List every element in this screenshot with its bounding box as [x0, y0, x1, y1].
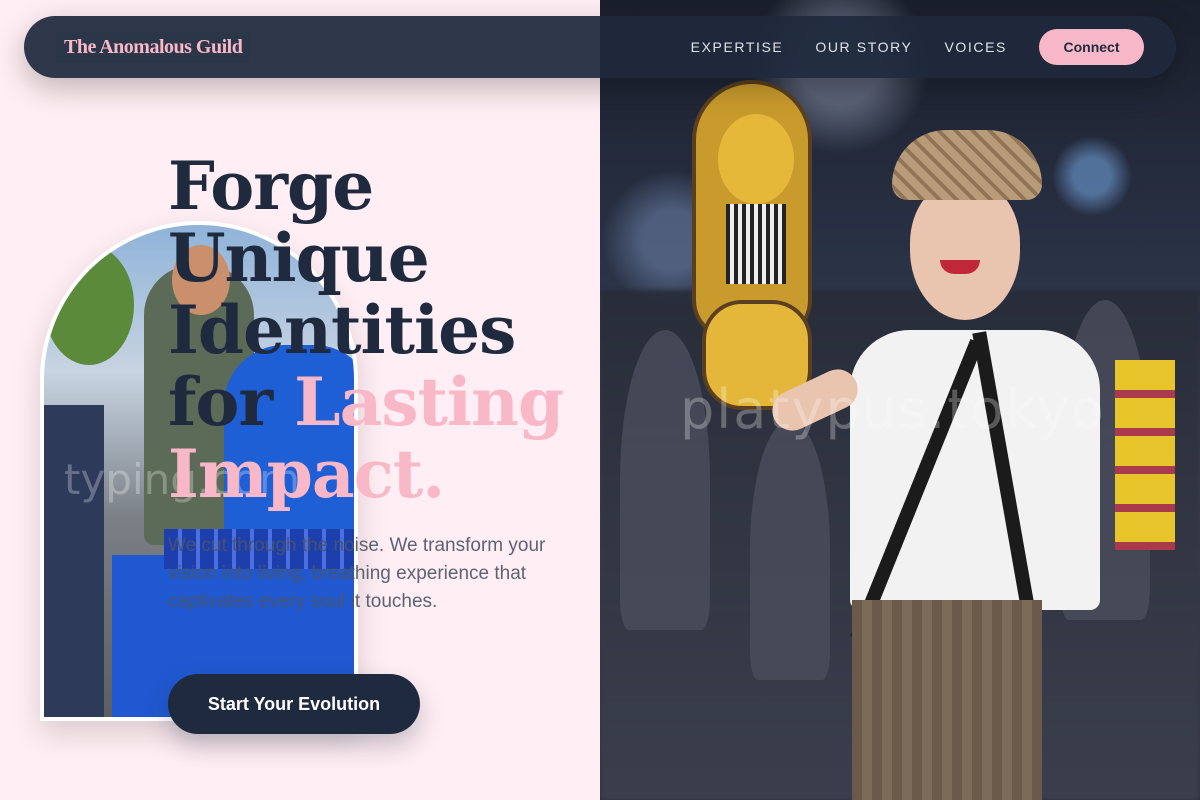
crowd-person [620, 330, 710, 630]
woman-figure [765, 130, 1100, 800]
title-line: Identities [168, 291, 516, 369]
logo[interactable]: The Anomalous Guild [56, 31, 251, 63]
title-line: Unique [168, 219, 430, 297]
tree [44, 245, 134, 365]
title-accent: Lasting [294, 363, 564, 441]
connect-button[interactable]: Connect [1039, 29, 1144, 65]
hero-photo-right: platypus.tokyo [600, 0, 1200, 800]
face [910, 180, 1020, 320]
striped-pillar [1115, 360, 1175, 550]
person-left [44, 405, 104, 717]
mascot-face [718, 114, 794, 204]
qr-code [726, 204, 786, 284]
nav-links: EXPERTISE OUR STORY VOICES [691, 39, 1007, 55]
plaid-cap [892, 130, 1042, 200]
hero-description: We cut through the noise. We transform y… [168, 535, 546, 612]
watermark-right: platypus.tokyo [680, 378, 1106, 441]
nav-link-expertise[interactable]: EXPERTISE [691, 39, 784, 55]
start-evolution-button[interactable]: Start Your Evolution [168, 674, 420, 734]
crowd-person [750, 420, 830, 680]
nav-link-our-story[interactable]: OUR STORY [815, 39, 912, 55]
nav-link-voices[interactable]: VOICES [944, 39, 1007, 55]
title-line: for [168, 363, 295, 441]
hero-title: Forge Unique Identities for Lasting Impa… [168, 150, 568, 510]
top-navbar: The Anomalous Guild EXPERTISE OUR STORY … [24, 16, 1176, 78]
title-line: Forge [168, 147, 374, 225]
plaid-pants [852, 600, 1042, 800]
title-accent: Impact. [168, 435, 445, 513]
